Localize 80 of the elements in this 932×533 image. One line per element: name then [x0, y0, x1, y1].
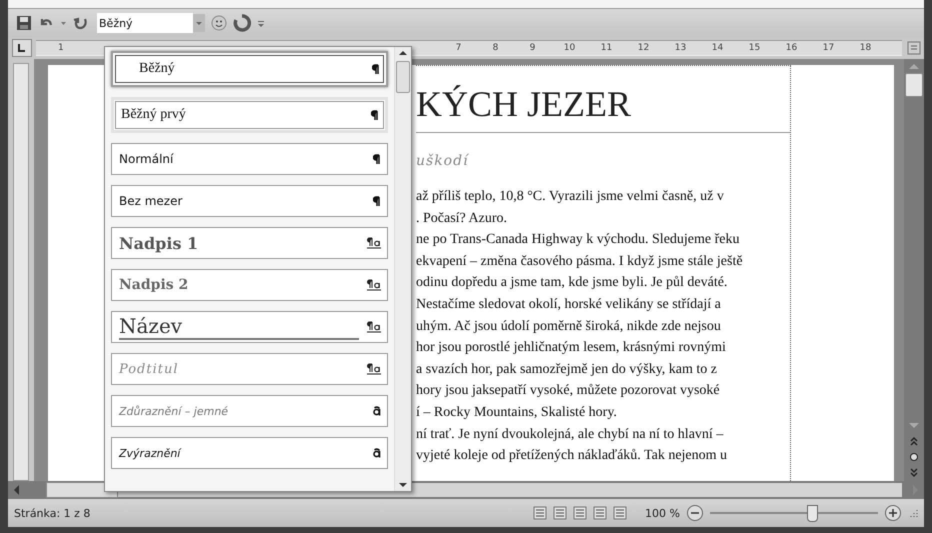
paragraph-mark-icon — [373, 196, 381, 206]
ruler-number: 1 — [58, 43, 64, 53]
body-text-line: uhým. Ač jsou údolí poměrně široká, nikde zde nejsou — [416, 318, 722, 336]
outline-icon[interactable] — [591, 504, 610, 522]
ruler-number: 16 — [784, 42, 798, 54]
zoom-slider[interactable] — [710, 505, 878, 521]
body-text-line: ekvapení – změna časového pásma. I když jsme stále ještě — [416, 252, 744, 271]
document-subtitle: uškodí — [416, 153, 470, 169]
style-name: Podtitul — [119, 362, 179, 376]
body-text-line: hory jsou jaksepatří vysoké, můžete pozorovat vysoké — [416, 382, 721, 400]
linked-style-icon — [367, 321, 381, 333]
style-item[interactable]: Zvýraznění — [111, 437, 388, 469]
style-name: Běžný prvý — [121, 107, 186, 123]
style-name: Název — [119, 314, 359, 340]
style-name: Zdůraznění – jemné — [119, 404, 228, 418]
style-name: Zvýraznění — [119, 446, 180, 460]
style-name: Běžný — [139, 61, 175, 77]
ruler-number: 13 — [674, 42, 688, 54]
character-style-icon — [373, 448, 381, 458]
linked-style-icon — [367, 279, 381, 291]
style-item[interactable]: Nadpis 2 — [111, 269, 388, 301]
style-item[interactable]: Název — [111, 311, 388, 343]
ruler-number: 14 — [710, 42, 724, 54]
ruler-number: 8 — [492, 42, 500, 54]
style-name: Nadpis 1 — [119, 234, 198, 252]
style-name: Nadpis 2 — [119, 277, 188, 293]
vertical-scrollbar[interactable] — [904, 59, 924, 481]
ruler-number: 12 — [636, 42, 650, 54]
redo-icon[interactable] — [73, 15, 89, 31]
document-title: KÝCH JEZER — [416, 82, 790, 133]
ruler-number: 18 — [858, 42, 872, 54]
reading-layout-icon[interactable] — [551, 504, 570, 522]
draft-icon[interactable] — [611, 504, 630, 522]
view-ruler-icon[interactable] — [906, 40, 922, 56]
body-text-line: a svazích hor, pak samozřejmě jen do výšky, kam to z — [416, 360, 718, 379]
print-layout-icon[interactable] — [531, 504, 550, 522]
style-field[interactable]: Běžný — [97, 13, 193, 33]
body-text-line: ne po Trans-Canada Highway k východu. Sledujeme řeku — [416, 231, 740, 250]
gallery-scrollbar[interactable] — [394, 47, 411, 491]
style-item[interactable]: Bez mezer — [111, 185, 388, 217]
zoom-in-icon[interactable] — [884, 504, 902, 522]
style-item[interactable]: Normální — [111, 143, 388, 175]
body-text-line: až příliš teplo, 10,8 °C. Vyrazili jsme velmi časně, už v — [416, 188, 725, 206]
ruler-number: 11 — [600, 42, 614, 54]
style-item[interactable]: Běžný — [111, 51, 388, 87]
body-text-line: í – Rocky Mountains, Skalisté hory. — [416, 404, 618, 422]
style-name: Bez mezer — [119, 194, 182, 208]
paragraph-mark-icon — [372, 64, 380, 74]
style-item[interactable]: Zdůraznění – jemné — [111, 395, 388, 427]
style-item[interactable]: Nadpis 1 — [111, 227, 388, 259]
zoom-out-icon[interactable] — [686, 504, 704, 522]
zoom-slider-thumb[interactable] — [806, 505, 818, 522]
body-text-line: hor jsou porostlé jehličnatým lesem, krásnými rovnými — [416, 339, 727, 358]
resize-grip-icon — [908, 508, 918, 518]
style-name: Normální — [119, 152, 174, 166]
page-count[interactable]: Stránka: 1 z 8 — [14, 506, 90, 520]
web-layout-icon[interactable] — [571, 504, 590, 522]
style-item[interactable]: Podtitul — [111, 353, 388, 385]
body-text-line: . Počasí? Azuro. — [416, 210, 508, 228]
linked-style-icon — [367, 363, 381, 375]
zoom-level[interactable]: 100 % — [645, 506, 680, 520]
ruler-number: 15 — [748, 42, 762, 54]
body-text-line: vyjeté koleje od přetížených náklaďáků. Tak nejenom u — [416, 447, 728, 466]
character-style-icon — [373, 406, 381, 416]
tab-stop-selector-icon[interactable] — [12, 39, 32, 57]
ruler-number: 17 — [822, 42, 836, 54]
paragraph-mark-icon — [373, 154, 381, 164]
scroll-thumb[interactable] — [396, 61, 410, 93]
scroll-thumb[interactable] — [905, 73, 923, 97]
body-text-line: odinu dopředu a jsme tam, kde jsme byli. Je půl deváté. — [416, 274, 728, 292]
body-text-line: Nestačíme sledovat okolí, horské velikány se střídají a — [416, 296, 722, 314]
smiley-icon[interactable] — [211, 15, 227, 31]
ruler-number: 7 — [454, 42, 462, 54]
style-item[interactable]: Běžný prvý — [111, 97, 388, 133]
save-icon[interactable] — [16, 15, 32, 31]
paragraph-mark-icon — [371, 110, 379, 120]
body-text-line: ní trať. Je nyní dvoukolejná, ale chybí na ní to hlavní – — [416, 426, 724, 444]
linked-style-icon — [367, 237, 381, 249]
ruler-number: 9 — [528, 42, 536, 54]
ruler-number: 10 — [562, 42, 576, 54]
